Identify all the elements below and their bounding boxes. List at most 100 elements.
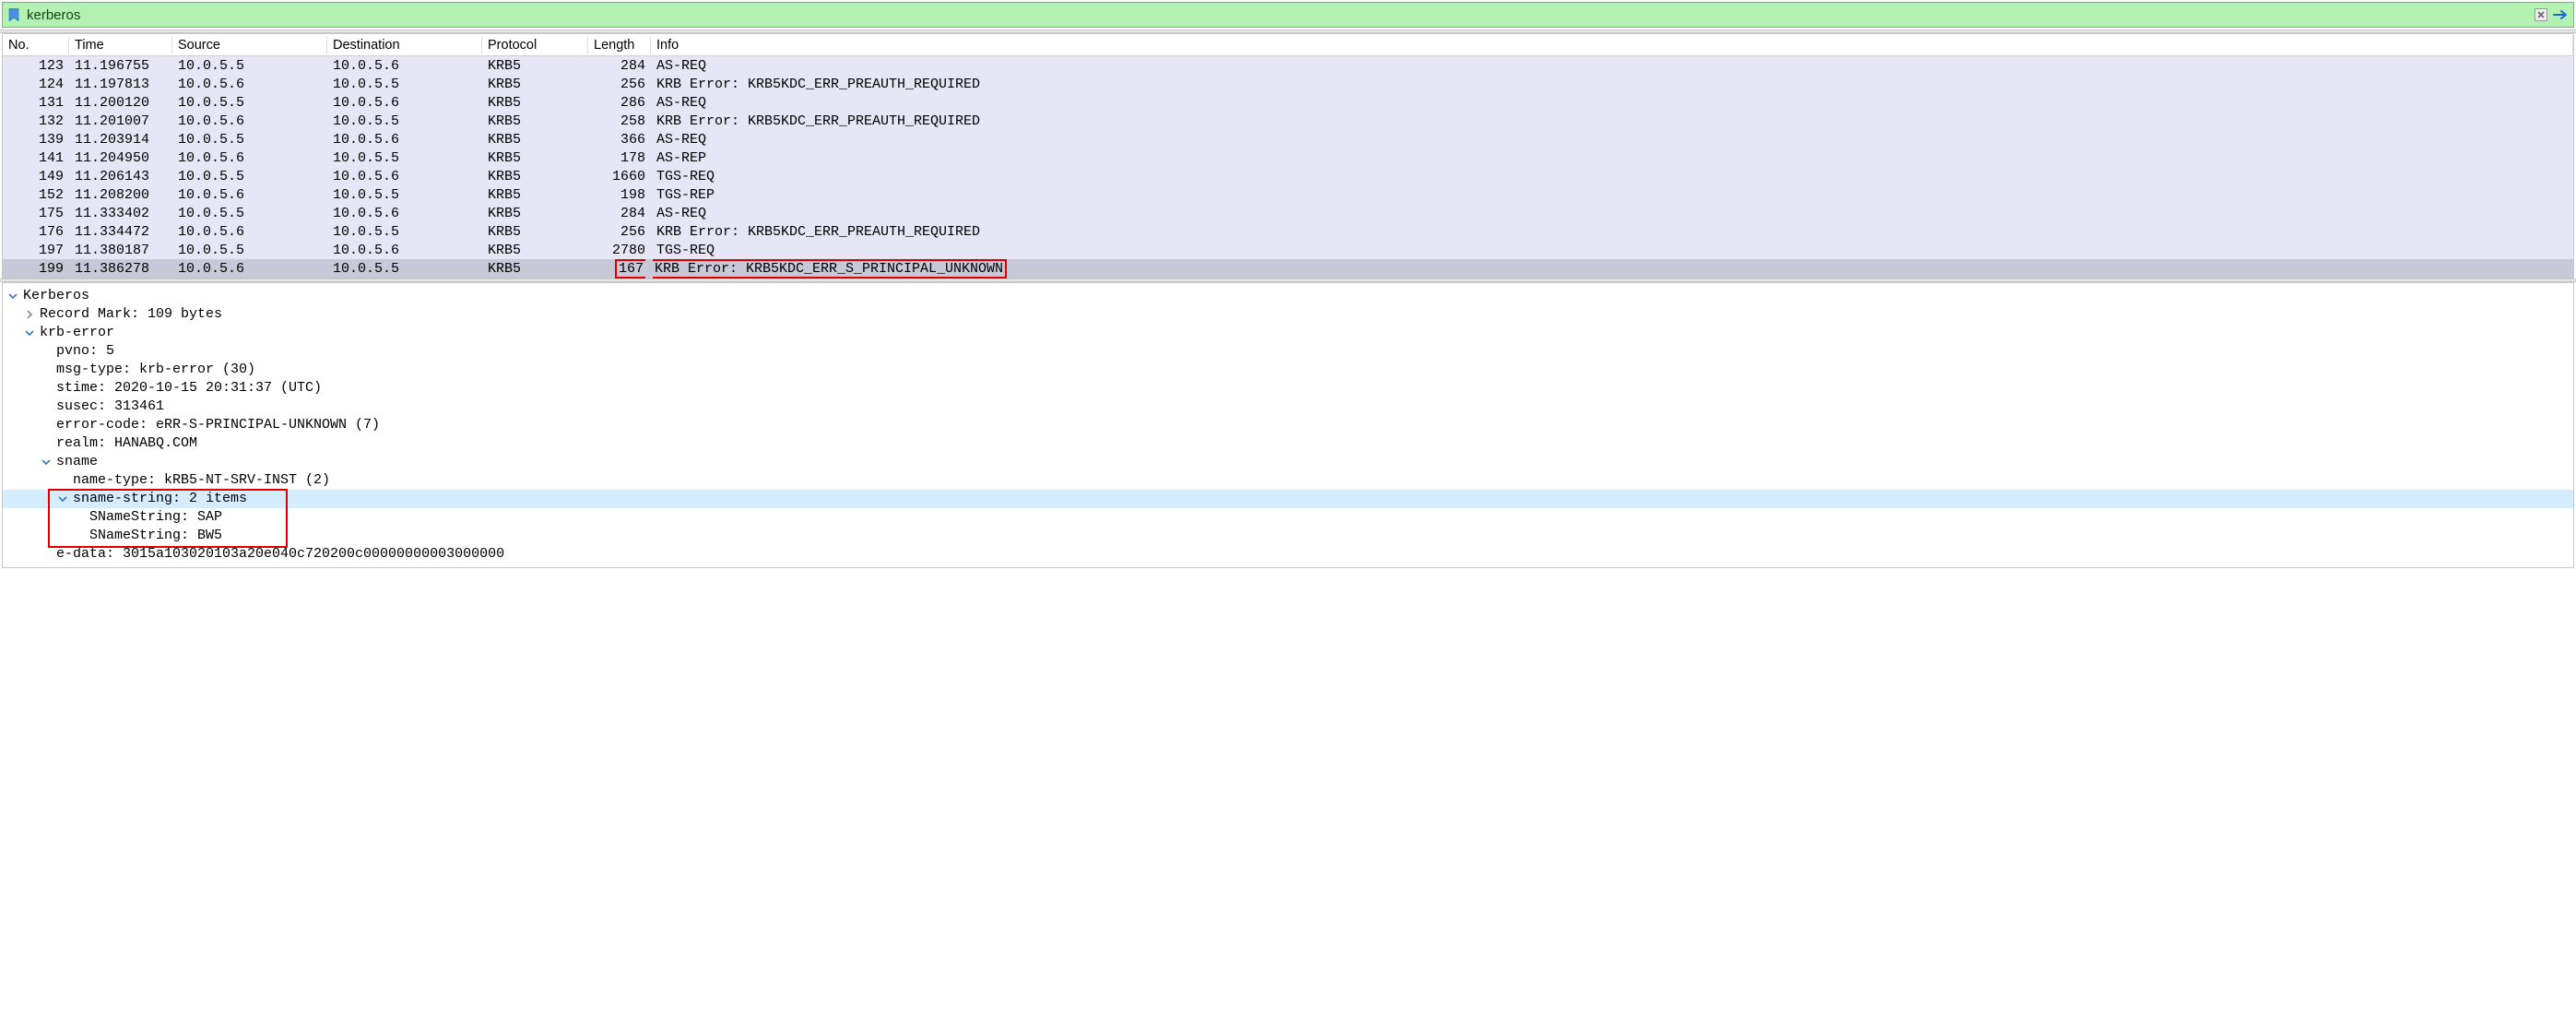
packet-row[interactable]: 12411.19781310.0.5.610.0.5.5KRB5256KRB E… [3, 75, 2573, 93]
tree-krb-error[interactable]: krb-error [3, 324, 2573, 342]
col-header-time[interactable]: Time [69, 36, 172, 54]
display-filter-bar [2, 2, 2574, 28]
chevron-right-icon[interactable] [23, 308, 36, 321]
cell-time: 11.333402 [69, 206, 172, 221]
cell-destination: 10.0.5.5 [327, 113, 482, 129]
tree-label: e-data: 3015a103020103a20e040c720200c000… [56, 545, 504, 564]
col-header-length[interactable]: Length [588, 36, 651, 54]
packet-row[interactable]: 19911.38627810.0.5.610.0.5.5KRB5167KRB E… [3, 259, 2573, 278]
chevron-down-icon[interactable] [23, 326, 36, 339]
cell-source: 10.0.5.5 [172, 58, 327, 74]
cell-time: 11.203914 [69, 132, 172, 148]
cell-source: 10.0.5.5 [172, 169, 327, 184]
chevron-down-icon[interactable] [56, 493, 69, 505]
cell-time: 11.196755 [69, 58, 172, 74]
cell-length: 2780 [588, 243, 651, 258]
cell-protocol: KRB5 [482, 224, 588, 240]
cell-length: 286 [588, 95, 651, 111]
cell-time: 11.204950 [69, 150, 172, 166]
tree-sname-string[interactable]: sname-string: 2 items [3, 490, 2573, 508]
cell-time: 11.201007 [69, 113, 172, 129]
tree-susec[interactable]: susec: 313461 [3, 398, 2573, 416]
display-filter-input[interactable] [25, 7, 2531, 23]
tree-pvno[interactable]: pvno: 5 [3, 342, 2573, 361]
cell-no: 197 [3, 243, 69, 258]
cell-destination: 10.0.5.5 [327, 150, 482, 166]
cell-protocol: KRB5 [482, 113, 588, 129]
cell-destination: 10.0.5.6 [327, 243, 482, 258]
packet-row[interactable]: 12311.19675510.0.5.510.0.5.6KRB5284AS-RE… [3, 56, 2573, 75]
packet-row[interactable]: 14911.20614310.0.5.510.0.5.6KRB51660TGS-… [3, 167, 2573, 185]
tree-sname-string-item[interactable]: SNameString: BW5 [3, 527, 2573, 545]
cell-length: 198 [588, 187, 651, 203]
packet-row[interactable]: 13111.20012010.0.5.510.0.5.6KRB5286AS-RE… [3, 93, 2573, 112]
chevron-down-icon[interactable] [40, 456, 53, 469]
cell-protocol: KRB5 [482, 95, 588, 111]
cell-time: 11.200120 [69, 95, 172, 111]
tree-label: SNameString: SAP [89, 508, 222, 527]
cell-source: 10.0.5.6 [172, 113, 327, 129]
cell-no: 123 [3, 58, 69, 74]
cell-no: 175 [3, 206, 69, 221]
packet-list: No. Time Source Destination Protocol Len… [2, 33, 2574, 279]
cell-no: 141 [3, 150, 69, 166]
cell-length: 284 [588, 58, 651, 74]
cell-time: 11.208200 [69, 187, 172, 203]
packet-row[interactable]: 15211.20820010.0.5.610.0.5.5KRB5198TGS-R… [3, 185, 2573, 204]
tree-label: krb-error [40, 324, 114, 342]
cell-destination: 10.0.5.5 [327, 77, 482, 92]
tree-sname[interactable]: sname [3, 453, 2573, 471]
cell-destination: 10.0.5.5 [327, 224, 482, 240]
tree-label: Kerberos [23, 287, 89, 305]
cell-destination: 10.0.5.6 [327, 132, 482, 148]
tree-realm[interactable]: realm: HANABQ.COM [3, 434, 2573, 453]
cell-time: 11.334472 [69, 224, 172, 240]
tree-kerberos[interactable]: Kerberos [3, 287, 2573, 305]
cell-destination: 10.0.5.5 [327, 261, 482, 277]
cell-info: KRB Error: KRB5KDC_ERR_PREAUTH_REQUIRED [651, 77, 2573, 92]
col-header-source[interactable]: Source [172, 36, 327, 54]
bookmark-icon[interactable] [8, 8, 21, 21]
cell-info: AS-REQ [651, 206, 2573, 221]
col-header-destination[interactable]: Destination [327, 36, 482, 54]
tree-msg-type[interactable]: msg-type: krb-error (30) [3, 361, 2573, 379]
cell-info: KRB Error: KRB5KDC_ERR_S_PRINCIPAL_UNKNO… [651, 259, 2573, 279]
packet-row[interactable]: 14111.20495010.0.5.610.0.5.5KRB5178AS-RE… [3, 148, 2573, 167]
packet-row[interactable]: 13211.20100710.0.5.610.0.5.5KRB5258KRB E… [3, 112, 2573, 130]
apply-filter-button[interactable] [2551, 6, 2571, 24]
tree-name-type[interactable]: name-type: kRB5-NT-SRV-INST (2) [3, 471, 2573, 490]
packet-row[interactable]: 13911.20391410.0.5.510.0.5.6KRB5366AS-RE… [3, 130, 2573, 148]
tree-label: name-type: kRB5-NT-SRV-INST (2) [73, 471, 330, 490]
packet-list-header: No. Time Source Destination Protocol Len… [3, 34, 2573, 56]
tree-record-mark[interactable]: Record Mark: 109 bytes [3, 305, 2573, 324]
clear-filter-button[interactable] [2531, 6, 2551, 24]
tree-stime[interactable]: stime: 2020-10-15 20:31:37 (UTC) [3, 379, 2573, 398]
col-header-no[interactable]: No. [3, 36, 69, 54]
cell-length: 366 [588, 132, 651, 148]
cell-source: 10.0.5.6 [172, 187, 327, 203]
tree-e-data[interactable]: e-data: 3015a103020103a20e040c720200c000… [3, 545, 2573, 564]
packet-row[interactable]: 17611.33447210.0.5.610.0.5.5KRB5256KRB E… [3, 222, 2573, 241]
col-header-info[interactable]: Info [651, 36, 2573, 54]
tree-error-code[interactable]: error-code: eRR-S-PRINCIPAL-UNKNOWN (7) [3, 416, 2573, 434]
cell-no: 131 [3, 95, 69, 111]
col-header-protocol[interactable]: Protocol [482, 36, 588, 54]
cell-source: 10.0.5.5 [172, 132, 327, 148]
tree-label: stime: 2020-10-15 20:31:37 (UTC) [56, 379, 322, 398]
cell-info: KRB Error: KRB5KDC_ERR_PREAUTH_REQUIRED [651, 113, 2573, 129]
cell-no: 149 [3, 169, 69, 184]
packet-row[interactable]: 19711.38018710.0.5.510.0.5.6KRB52780TGS-… [3, 241, 2573, 259]
cell-destination: 10.0.5.6 [327, 95, 482, 111]
cell-protocol: KRB5 [482, 187, 588, 203]
packet-row[interactable]: 17511.33340210.0.5.510.0.5.6KRB5284AS-RE… [3, 204, 2573, 222]
cell-destination: 10.0.5.6 [327, 206, 482, 221]
tree-sname-string-item[interactable]: SNameString: SAP [3, 508, 2573, 527]
cell-time: 11.197813 [69, 77, 172, 92]
cell-protocol: KRB5 [482, 261, 588, 277]
cell-time: 11.206143 [69, 169, 172, 184]
packet-details-pane: Kerberos Record Mark: 109 bytes krb-erro… [2, 282, 2574, 568]
cell-info: AS-REQ [651, 58, 2573, 74]
chevron-down-icon[interactable] [6, 290, 19, 303]
tree-label: sname-string: 2 items [73, 490, 247, 508]
cell-time: 11.380187 [69, 243, 172, 258]
